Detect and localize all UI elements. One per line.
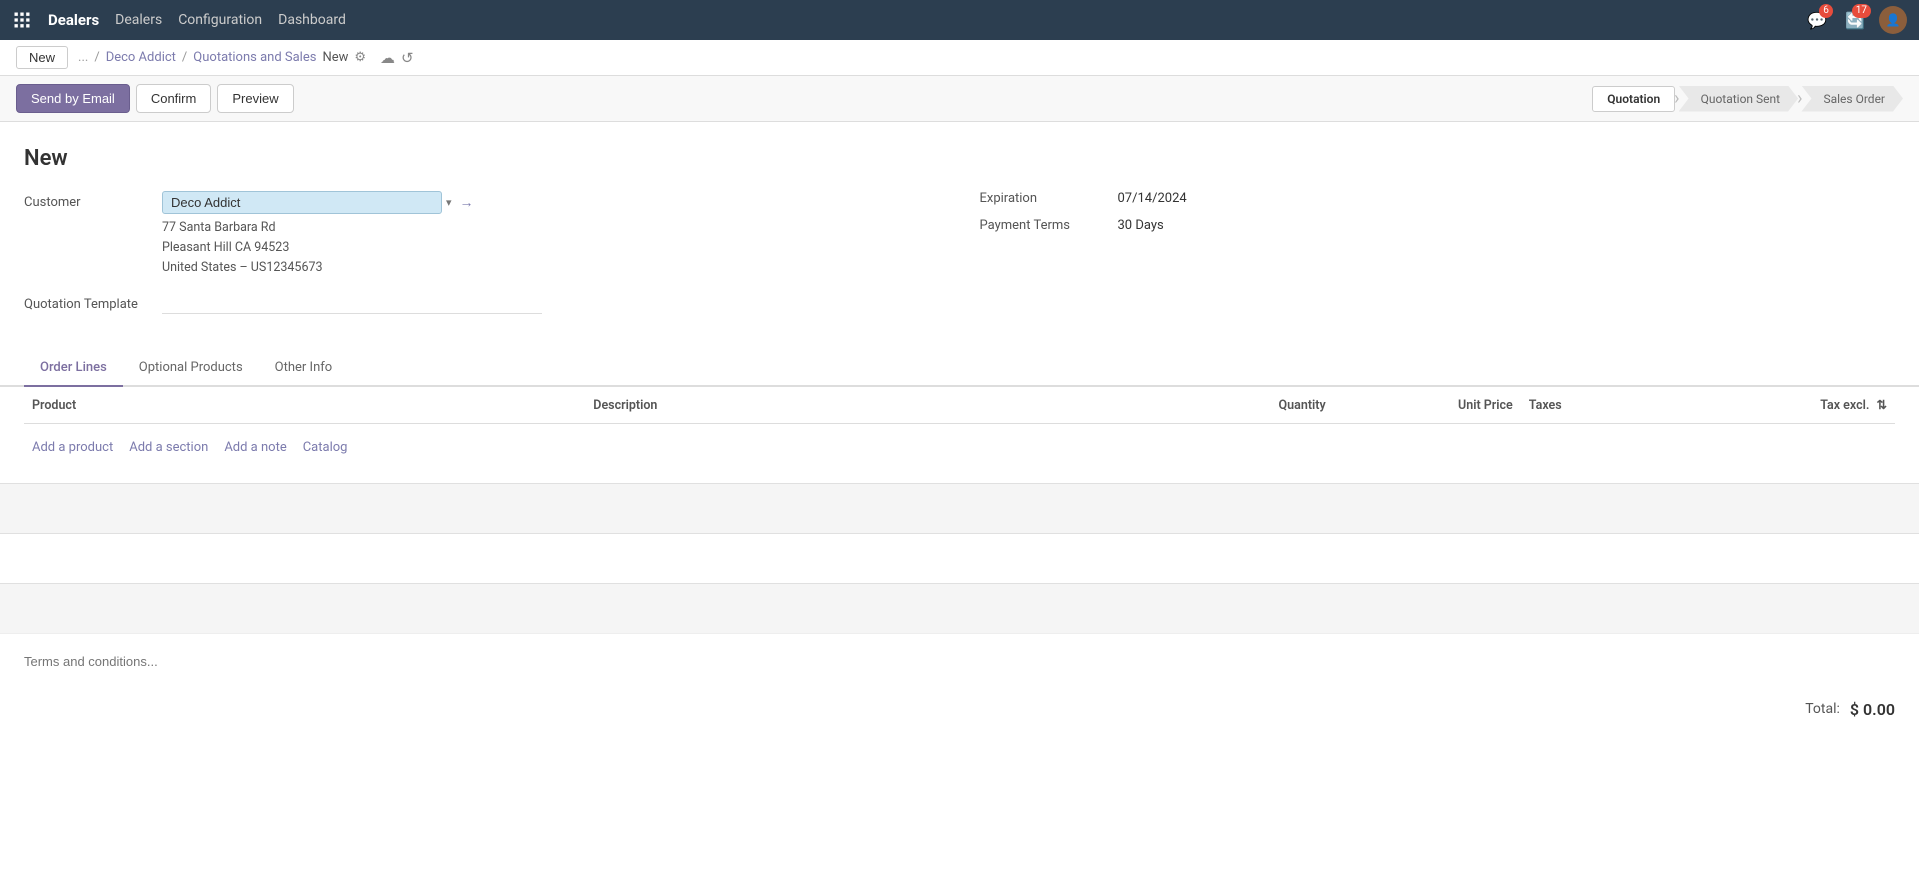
payment-terms-value[interactable]: 30 Days <box>1118 218 1164 233</box>
activity-icon-button[interactable]: 🔄 17 <box>1841 6 1869 34</box>
customer-row: Customer ▾ → 77 Santa Barbara Rd Pleasan… <box>24 191 940 278</box>
menu-dashboard[interactable]: Dashboard <box>278 12 346 28</box>
add-section-link[interactable]: Add a section <box>129 440 208 455</box>
chat-badge: 6 <box>1819 4 1833 18</box>
customer-input-wrapper: ▾ → <box>162 191 542 214</box>
customer-dropdown-icon[interactable]: ▾ <box>446 196 452 209</box>
add-product-link[interactable]: Add a product <box>32 440 113 455</box>
col-header-taxes: Taxes <box>1521 387 1708 424</box>
table-area: Product Description Quantity Unit Price … <box>0 387 1919 463</box>
quotation-template-row: Quotation Template <box>24 294 940 314</box>
quotation-template-input[interactable] <box>162 294 542 314</box>
address-line1: 77 Santa Barbara Rd <box>162 218 940 238</box>
empty-table-row <box>24 424 1895 432</box>
topnav-right: 💬 6 🔄 17 👤 <box>1803 6 1907 34</box>
brand-title: Dealers <box>48 11 99 29</box>
tax-excl-label: Tax excl. <box>1820 398 1869 413</box>
customer-external-link-icon[interactable]: → <box>460 194 474 211</box>
status-sales-order[interactable]: Sales Order <box>1801 86 1903 112</box>
payment-terms-row: Payment Terms 30 Days <box>980 218 1896 233</box>
apps-menu-button[interactable] <box>12 10 32 30</box>
activity-badge: 17 <box>1852 4 1871 18</box>
col-header-product: Product <box>24 387 585 424</box>
breadcrumb-deco-addict[interactable]: Deco Addict <box>106 50 176 65</box>
customer-field-wrapper: ▾ → 77 Santa Barbara Rd Pleasant Hill CA… <box>162 191 940 278</box>
expiration-row: Expiration 07/14/2024 <box>980 191 1896 206</box>
status-quotation[interactable]: Quotation <box>1592 86 1675 112</box>
footer-area <box>0 633 1919 690</box>
breadcrumb-sep1: / <box>94 50 99 65</box>
address-line2: Pleasant Hill CA 94523 <box>162 238 940 258</box>
cloud-save-icon[interactable]: ☁ <box>380 49 395 67</box>
new-button[interactable]: New <box>16 46 68 69</box>
col-toggle-icon[interactable]: ⇅ <box>1877 398 1887 413</box>
tab-other-info[interactable]: Other Info <box>259 350 349 387</box>
chat-icon-button[interactable]: 💬 6 <box>1803 6 1831 34</box>
terms-input[interactable] <box>24 654 1895 669</box>
customer-address: 77 Santa Barbara Rd Pleasant Hill CA 945… <box>162 218 940 278</box>
expiration-label: Expiration <box>980 191 1110 206</box>
total-value: $ 0.00 <box>1850 700 1895 719</box>
col-header-description: Description <box>585 387 1146 424</box>
breadcrumb-icons: ☁ ↺ <box>380 49 414 67</box>
add-note-link[interactable]: Add a note <box>224 440 286 455</box>
preview-button[interactable]: Preview <box>217 84 293 113</box>
user-avatar[interactable]: 👤 <box>1879 6 1907 34</box>
col-header-unit-price: Unit Price <box>1334 387 1521 424</box>
col-header-quantity: Quantity <box>1147 387 1334 424</box>
main-content: New Customer ▾ → 77 Santa Barbara Rd Ple <box>0 122 1919 877</box>
breadcrumb-sep2: / <box>182 50 187 65</box>
action-bar: Send by Email Confirm Preview Quotation … <box>0 76 1919 122</box>
tab-optional-products[interactable]: Optional Products <box>123 350 259 387</box>
tabs: Order Lines Optional Products Other Info <box>0 350 1919 387</box>
confirm-button[interactable]: Confirm <box>136 84 212 113</box>
total-label: Total: <box>1805 701 1840 717</box>
pipeline-arrow-1: › <box>1674 88 1679 109</box>
menu-dealers[interactable]: Dealers <box>115 12 162 28</box>
order-table: Product Description Quantity Unit Price … <box>24 387 1895 432</box>
settings-gear-icon[interactable]: ⚙ <box>354 50 366 65</box>
send-email-button[interactable]: Send by Email <box>16 84 130 113</box>
expiration-value[interactable]: 07/14/2024 <box>1118 191 1187 206</box>
white-section <box>0 533 1919 583</box>
refresh-icon[interactable]: ↺ <box>401 49 414 67</box>
tab-order-lines[interactable]: Order Lines <box>24 350 123 387</box>
top-menu: Dealers Configuration Dashboard <box>115 12 346 28</box>
customer-label: Customer <box>24 191 154 210</box>
form-grid: Customer ▾ → 77 Santa Barbara Rd Pleasan… <box>24 191 1895 330</box>
menu-configuration[interactable]: Configuration <box>178 12 262 28</box>
gray-section-1 <box>0 483 1919 533</box>
col-header-tax-excl: Tax excl. ⇅ <box>1708 387 1895 424</box>
quotation-template-label: Quotation Template <box>24 297 154 312</box>
table-header: Product Description Quantity Unit Price … <box>24 387 1895 424</box>
status-pipeline: Quotation › Quotation Sent › Sales Order <box>1592 86 1903 112</box>
form-area: New Customer ▾ → 77 Santa Barbara Rd Ple <box>0 122 1919 330</box>
action-buttons: Send by Email Confirm Preview <box>16 84 294 113</box>
payment-terms-label: Payment Terms <box>980 218 1110 233</box>
breadcrumb-quotations[interactable]: Quotations and Sales <box>193 50 316 65</box>
customer-input[interactable] <box>162 191 442 214</box>
page-title: New <box>24 146 1895 171</box>
breadcrumb-ellipsis[interactable]: ... <box>78 50 88 65</box>
table-body <box>24 424 1895 432</box>
left-column: Customer ▾ → 77 Santa Barbara Rd Pleasan… <box>24 191 940 330</box>
breadcrumb-bar: New ... / Deco Addict / Quotations and S… <box>0 40 1919 76</box>
breadcrumb-current: New <box>322 50 348 65</box>
address-line3: United States – US12345673 <box>162 258 940 278</box>
catalog-link[interactable]: Catalog <box>303 440 348 455</box>
top-navigation: Dealers Dealers Configuration Dashboard … <box>0 0 1919 40</box>
right-column: Expiration 07/14/2024 Payment Terms 30 D… <box>980 191 1896 330</box>
add-row: Add a product Add a section Add a note C… <box>24 432 1895 463</box>
total-row: Total: $ 0.00 <box>0 690 1919 729</box>
gray-section-2 <box>0 583 1919 633</box>
status-quotation-sent[interactable]: Quotation Sent <box>1679 86 1799 112</box>
